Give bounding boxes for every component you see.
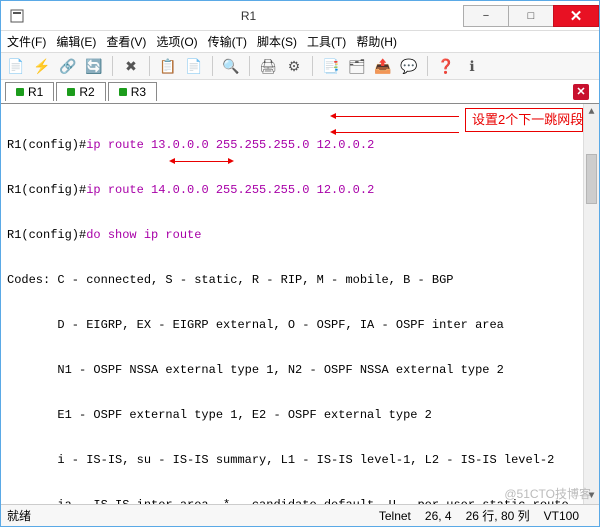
menu-file[interactable]: 文件(F) <box>7 33 46 50</box>
toolbar-separator <box>149 56 150 76</box>
menu-transfer[interactable]: 传输(T) <box>208 33 247 50</box>
window-controls: − □ ✕ <box>464 5 599 27</box>
annotation-arrow-icon <box>335 132 459 133</box>
terminal-line: D - EIGRP, EX - EIGRP external, O - OSPF… <box>7 318 593 333</box>
title-bar: R1 − □ ✕ <box>1 1 599 31</box>
vertical-scrollbar[interactable]: ▲ ▼ <box>583 104 599 504</box>
annotation-underline-icon <box>175 161 228 162</box>
paste-icon[interactable]: 📄 <box>183 55 205 77</box>
tab-bar: R1 R2 R3 ✕ <box>1 80 599 104</box>
session-options-icon[interactable]: 📑 <box>320 55 342 77</box>
annotation-arrowhead-icon <box>169 158 175 164</box>
status-connection: Telnet <box>379 509 411 523</box>
toolbar-separator <box>112 56 113 76</box>
toolbar-separator <box>427 56 428 76</box>
terminal-line: ia - IS-IS inter area, * - candidate def… <box>7 498 593 504</box>
scroll-up-icon[interactable]: ▲ <box>584 104 599 120</box>
window-title: R1 <box>33 9 464 23</box>
tab-label: R2 <box>79 85 94 99</box>
send-icon[interactable]: 📤 <box>372 55 394 77</box>
annotation-arrowhead-icon <box>330 113 336 119</box>
properties-icon[interactable]: ⚙ <box>283 55 305 77</box>
status-terminal-type: VT100 <box>544 509 579 523</box>
close-tab-icon[interactable]: ✕ <box>573 84 589 100</box>
about-icon[interactable]: ℹ <box>461 55 483 77</box>
tab-active-indicator-icon <box>67 88 75 96</box>
global-options-icon[interactable]: 🗂 <box>346 55 368 77</box>
toolbar-separator <box>212 56 213 76</box>
scroll-down-icon[interactable]: ▼ <box>584 488 599 504</box>
toolbar-separator <box>312 56 313 76</box>
status-bar: 就绪 Telnet 26, 4 26 行, 80 列 VT100 <box>1 504 599 526</box>
reconnect-icon[interactable]: 🔄 <box>83 55 105 77</box>
connect-icon[interactable]: 🔗 <box>57 55 79 77</box>
find-icon[interactable]: 🔍 <box>220 55 242 77</box>
chat-icon[interactable]: 💬 <box>398 55 420 77</box>
menu-script[interactable]: 脚本(S) <box>257 33 297 50</box>
tab-label: R3 <box>131 85 146 99</box>
status-cursor-position: 26, 4 <box>425 509 452 523</box>
quick-connect-icon[interactable]: ⚡ <box>31 55 53 77</box>
menu-bar: 文件(F) 编辑(E) 查看(V) 选项(O) 传输(T) 脚本(S) 工具(T… <box>1 31 599 52</box>
annotation-arrow-icon <box>335 116 459 117</box>
annotation-box: 设置2个下一跳网段 <box>465 108 583 132</box>
annotation-arrowhead-icon <box>330 129 336 135</box>
terminal-line: E1 - OSPF external type 1, E2 - OSPF ext… <box>7 408 593 423</box>
menu-help[interactable]: 帮助(H) <box>356 33 397 50</box>
copy-icon[interactable]: 📋 <box>157 55 179 77</box>
app-icon <box>7 6 27 26</box>
terminal-line: Codes: C - connected, S - static, R - RI… <box>7 273 593 288</box>
tab-active-indicator-icon <box>16 88 24 96</box>
tab-active-indicator-icon <box>119 88 127 96</box>
menu-view[interactable]: 查看(V) <box>106 33 146 50</box>
toolbar: 📄 ⚡ 🔗 🔄 ✖ 📋 📄 🔍 🖨 ⚙ 📑 🗂 📤 💬 ❓ ℹ <box>1 52 599 80</box>
tab-r1[interactable]: R1 <box>5 82 54 101</box>
close-button[interactable]: ✕ <box>553 5 599 27</box>
scrollbar-thumb[interactable] <box>586 154 597 204</box>
tab-label: R1 <box>28 85 43 99</box>
terminal-line: R1(config)#do show ip route <box>7 228 593 243</box>
menu-options[interactable]: 选项(O) <box>156 33 197 50</box>
tab-r3[interactable]: R3 <box>108 82 157 101</box>
app-window: R1 − □ ✕ 文件(F) 编辑(E) 查看(V) 选项(O) 传输(T) 脚… <box>0 0 600 527</box>
annotation-arrowhead-icon <box>228 158 234 164</box>
terminal-output[interactable]: R1(config)#ip route 13.0.0.0 255.255.255… <box>1 104 599 504</box>
new-session-icon[interactable]: 📄 <box>5 55 27 77</box>
status-ready: 就绪 <box>7 507 31 524</box>
terminal-line: N1 - OSPF NSSA external type 1, N2 - OSP… <box>7 363 593 378</box>
disconnect-icon[interactable]: ✖ <box>120 55 142 77</box>
terminal-line: R1(config)#ip route 14.0.0.0 255.255.255… <box>7 183 593 198</box>
menu-tools[interactable]: 工具(T) <box>307 33 346 50</box>
terminal-line: i - IS-IS, su - IS-IS summary, L1 - IS-I… <box>7 453 593 468</box>
status-dimensions: 26 行, 80 列 <box>466 507 530 524</box>
menu-edit[interactable]: 编辑(E) <box>56 33 96 50</box>
terminal-line: R1(config)#ip route 13.0.0.0 255.255.255… <box>7 138 593 153</box>
help-icon[interactable]: ❓ <box>435 55 457 77</box>
print-icon[interactable]: 🖨 <box>257 55 279 77</box>
tab-r2[interactable]: R2 <box>56 82 105 101</box>
toolbar-separator <box>249 56 250 76</box>
maximize-button[interactable]: □ <box>508 5 554 27</box>
minimize-button[interactable]: − <box>463 5 509 27</box>
